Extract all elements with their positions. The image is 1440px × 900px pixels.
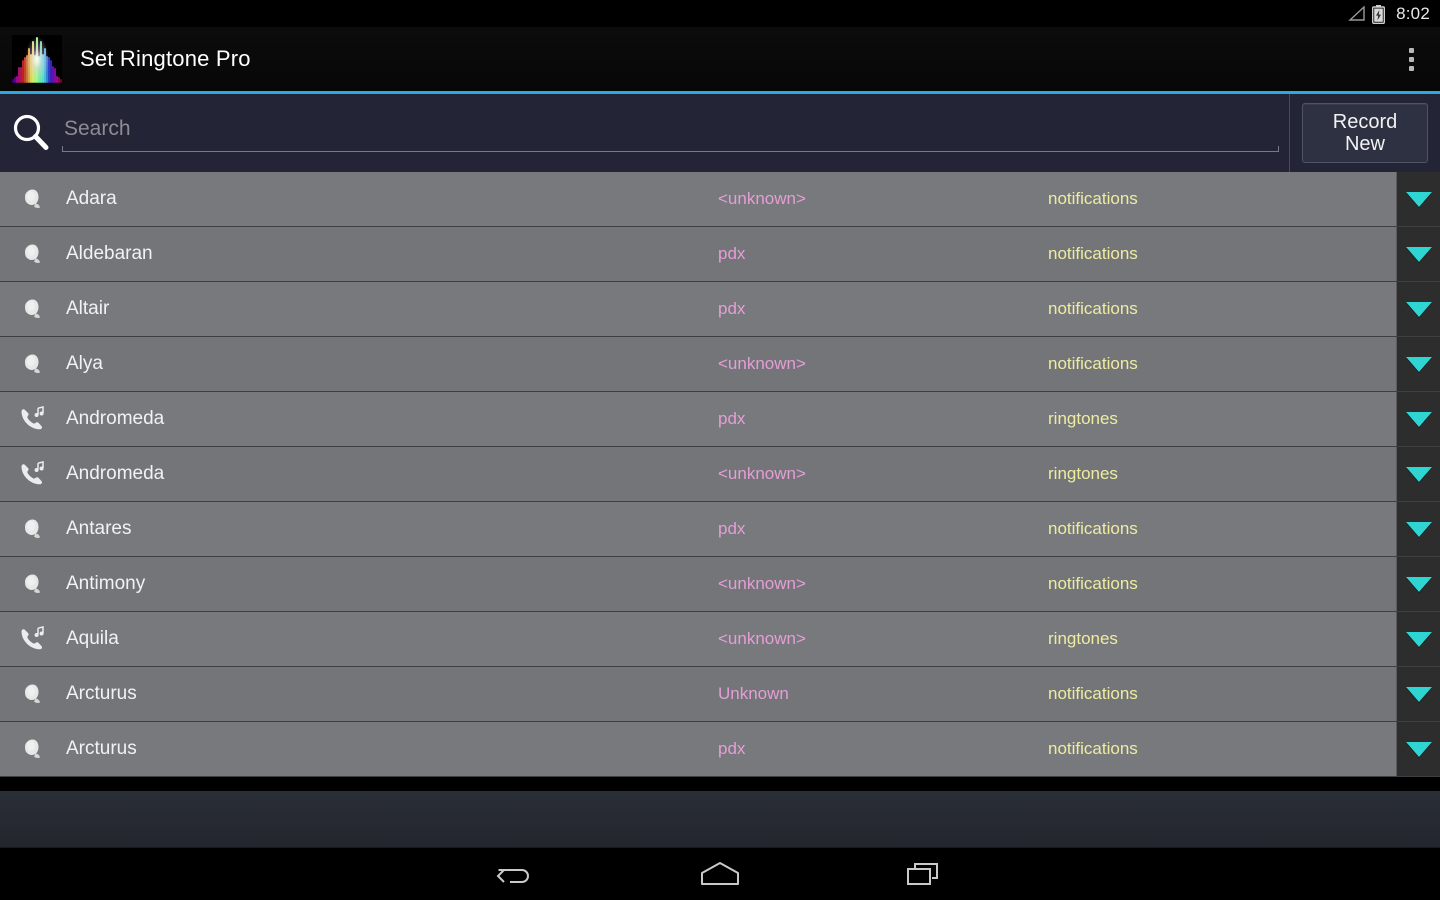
row-type: notifications (1048, 244, 1138, 263)
expand-arrow-icon[interactable] (1396, 722, 1440, 776)
notification-bell-icon (8, 352, 58, 376)
row-artist: pdx (718, 519, 746, 538)
row-artist: <unknown> (718, 354, 806, 373)
row-type: notifications (1048, 354, 1138, 373)
back-icon[interactable] (486, 854, 546, 894)
search-underline (62, 146, 1279, 152)
row-artist: pdx (718, 244, 746, 263)
record-new-button[interactable]: Record New (1302, 103, 1428, 163)
waveform-icon (12, 35, 62, 83)
ringtone-phone-icon (8, 626, 58, 652)
row-title: Andromeda (66, 408, 165, 429)
table-row[interactable]: Alya <unknown> notifications (0, 337, 1440, 392)
row-artist: Unknown (718, 684, 789, 703)
row-title: Arcturus (66, 683, 137, 704)
ringtone-list[interactable]: Adara <unknown> notifications Aldebaran pdx n… (0, 172, 1440, 777)
row-artist: pdx (718, 409, 746, 428)
row-type: notifications (1048, 739, 1138, 758)
row-type: ringtones (1048, 629, 1118, 648)
row-artist: <unknown> (718, 464, 806, 483)
ringtone-phone-icon (8, 406, 58, 432)
table-row[interactable]: Arcturus pdx notifications (0, 722, 1440, 777)
record-label-line1: Record (1332, 110, 1398, 133)
table-row[interactable]: Andromeda pdx ringtones (0, 392, 1440, 447)
row-type: ringtones (1048, 409, 1118, 428)
row-title: Andromeda (66, 463, 165, 484)
row-artist: <unknown> (718, 629, 806, 648)
table-row[interactable]: Altair pdx notifications (0, 282, 1440, 337)
recents-icon[interactable] (894, 854, 954, 894)
table-row[interactable]: Aldebaran pdx notifications (0, 227, 1440, 282)
overflow-menu-icon[interactable] (1382, 27, 1440, 91)
row-title: Altair (66, 298, 110, 319)
title-bar: Set Ringtone Pro (0, 27, 1440, 91)
row-type: notifications (1048, 574, 1138, 593)
notification-bell-icon (8, 517, 58, 541)
row-artist: <unknown> (718, 574, 806, 593)
expand-arrow-icon[interactable] (1396, 337, 1440, 391)
row-title: Antimony (66, 573, 146, 594)
row-title: Adara (66, 188, 117, 209)
search-area (0, 94, 1289, 172)
row-title: Arcturus (66, 738, 137, 759)
row-title: Aldebaran (66, 243, 153, 264)
ringtone-phone-icon (8, 461, 58, 487)
system-nav-bar (0, 847, 1440, 900)
search-bar: Record New (0, 91, 1440, 172)
table-row[interactable]: Arcturus Unknown notifications (0, 667, 1440, 722)
notification-bell-icon (8, 187, 58, 211)
signal-icon (1348, 6, 1365, 21)
notification-bell-icon (8, 242, 58, 266)
status-bar: 8:02 (0, 0, 1440, 27)
record-new-area: Record New (1290, 94, 1440, 172)
notification-bell-icon (8, 572, 58, 596)
expand-arrow-icon[interactable] (1396, 282, 1440, 336)
table-row[interactable]: Antimony <unknown> notifications (0, 557, 1440, 612)
expand-arrow-icon[interactable] (1396, 392, 1440, 446)
expand-arrow-icon[interactable] (1396, 612, 1440, 666)
battery-charging-icon (1372, 4, 1386, 24)
page-title: Set Ringtone Pro (80, 46, 251, 71)
search-icon[interactable] (8, 110, 54, 156)
row-type: ringtones (1048, 464, 1118, 483)
row-type: notifications (1048, 299, 1138, 318)
table-row[interactable]: Adara <unknown> notifications (0, 172, 1440, 227)
table-row[interactable]: Aquila <unknown> ringtones (0, 612, 1440, 667)
expand-arrow-icon[interactable] (1396, 557, 1440, 611)
table-row[interactable]: Andromeda <unknown> ringtones (0, 447, 1440, 502)
row-title: Alya (66, 353, 103, 374)
row-artist: pdx (718, 299, 746, 318)
record-label-line2: New (1344, 133, 1385, 155)
row-type: notifications (1048, 684, 1138, 703)
table-row[interactable]: Antares pdx notifications (0, 502, 1440, 557)
row-artist: pdx (718, 739, 746, 758)
search-input[interactable] (62, 117, 1279, 149)
search-field-wrap (62, 108, 1279, 158)
row-type: notifications (1048, 189, 1138, 208)
notification-bell-icon (8, 737, 58, 761)
expand-arrow-icon[interactable] (1396, 447, 1440, 501)
home-icon[interactable] (690, 854, 750, 894)
expand-arrow-icon[interactable] (1396, 667, 1440, 721)
bottom-panel (0, 791, 1440, 847)
expand-arrow-icon[interactable] (1396, 227, 1440, 281)
row-artist: <unknown> (718, 189, 806, 208)
expand-arrow-icon[interactable] (1396, 502, 1440, 556)
status-time: 8:02 (1396, 4, 1430, 23)
expand-arrow-icon[interactable] (1396, 172, 1440, 226)
status-icons: 8:02 (1348, 4, 1430, 24)
row-title: Antares (66, 518, 132, 539)
row-title: Aquila (66, 628, 119, 649)
notification-bell-icon (8, 682, 58, 706)
row-type: notifications (1048, 519, 1138, 538)
notification-bell-icon (8, 297, 58, 321)
